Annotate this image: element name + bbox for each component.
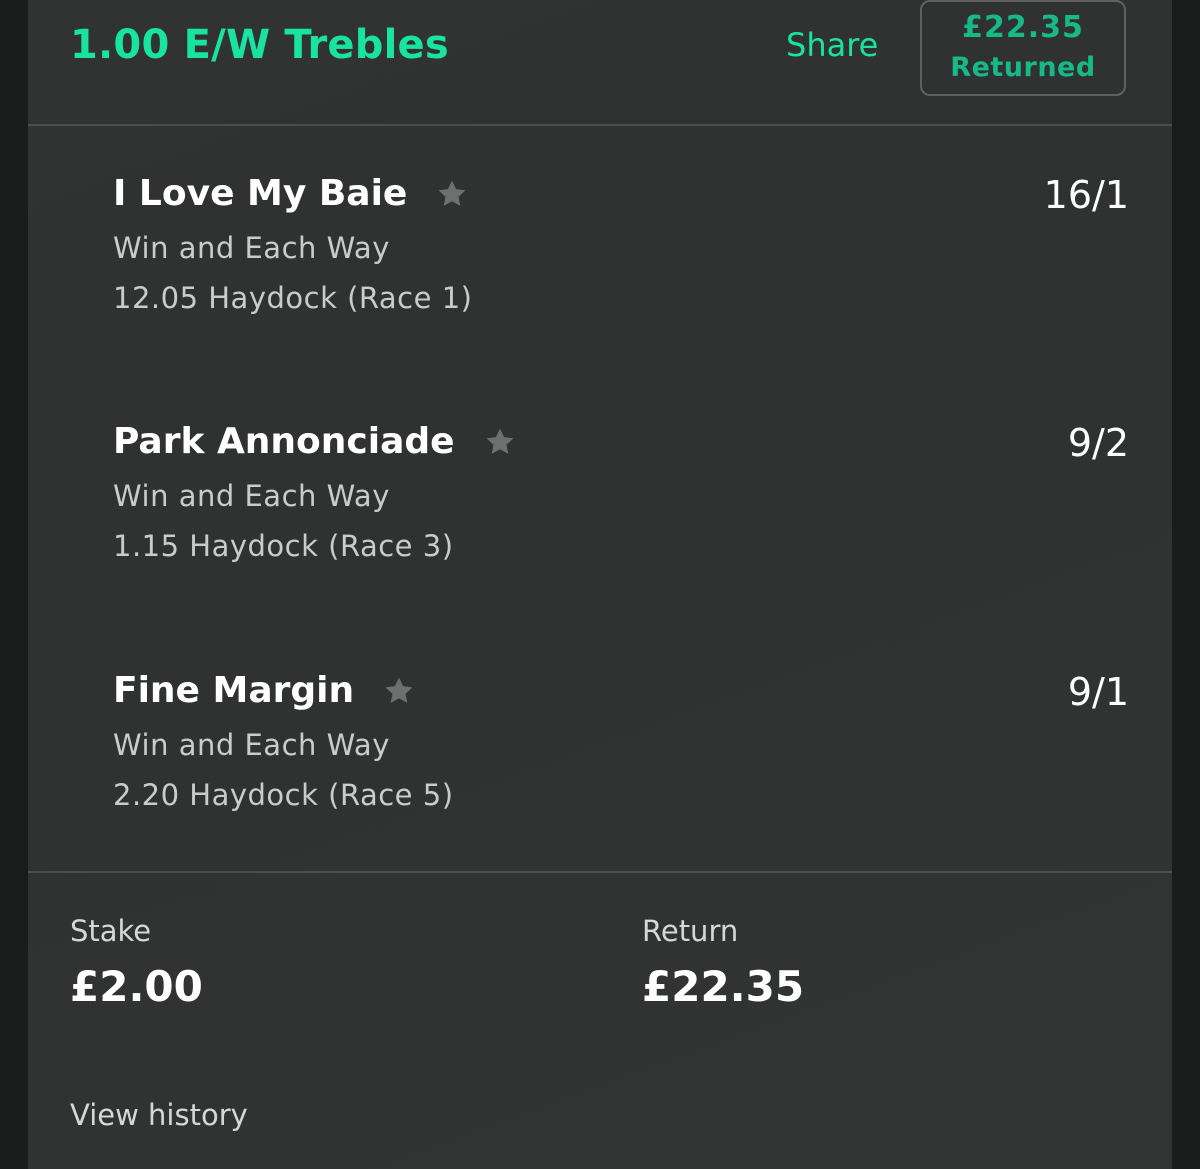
left-edge bbox=[0, 0, 28, 1169]
selection-market: Win and Each Way bbox=[113, 479, 390, 513]
selection-market: Win and Each Way bbox=[113, 728, 390, 762]
selection-odds: 9/1 bbox=[1067, 670, 1129, 714]
return-value: £22.35 bbox=[642, 962, 805, 1011]
share-button[interactable]: Share bbox=[786, 26, 878, 64]
selection-name-text: Park Annonciade bbox=[113, 421, 455, 462]
selection-name: Fine Margin bbox=[113, 670, 416, 711]
stake-label: Stake bbox=[70, 914, 152, 948]
selection-name: I Love My Baie bbox=[113, 173, 469, 214]
selection-item: Park Annonciade 9/2 Win and Each Way 1.1… bbox=[28, 421, 1172, 621]
selection-race: 12.05 Haydock (Race 1) bbox=[113, 281, 473, 315]
header-divider bbox=[28, 124, 1172, 126]
selection-market: Win and Each Way bbox=[113, 231, 390, 265]
returned-amount: £22.35 bbox=[962, 10, 1084, 45]
selection-race: 2.20 Haydock (Race 5) bbox=[113, 778, 454, 812]
stake-value: £2.00 bbox=[70, 962, 203, 1011]
selection-race: 1.15 Haydock (Race 3) bbox=[113, 529, 454, 563]
selection-name-text: Fine Margin bbox=[113, 670, 355, 711]
star-icon[interactable] bbox=[435, 177, 469, 211]
bet-title: 1.00 E/W Trebles bbox=[70, 22, 449, 68]
view-history-link[interactable]: View history bbox=[70, 1098, 248, 1132]
star-icon[interactable] bbox=[483, 425, 517, 459]
right-edge bbox=[1172, 0, 1200, 1169]
selection-name: Park Annonciade bbox=[113, 421, 517, 462]
returned-badge: £22.35 Returned bbox=[920, 0, 1126, 96]
bet-header: 1.00 E/W Trebles Share £22.35 Returned bbox=[28, 0, 1172, 124]
return-label: Return bbox=[642, 914, 739, 948]
bet-card: 1.00 E/W Trebles Share £22.35 Returned I… bbox=[28, 0, 1172, 1169]
selection-name-text: I Love My Baie bbox=[113, 173, 408, 214]
returned-label: Returned bbox=[950, 52, 1096, 83]
star-icon[interactable] bbox=[382, 674, 416, 708]
summary-divider bbox=[28, 871, 1172, 873]
selection-item: Fine Margin 9/1 Win and Each Way 2.20 Ha… bbox=[28, 670, 1172, 870]
selection-item: I Love My Baie 16/1 Win and Each Way 12.… bbox=[28, 173, 1172, 373]
selection-odds: 16/1 bbox=[1043, 173, 1129, 217]
selection-odds: 9/2 bbox=[1067, 421, 1129, 465]
